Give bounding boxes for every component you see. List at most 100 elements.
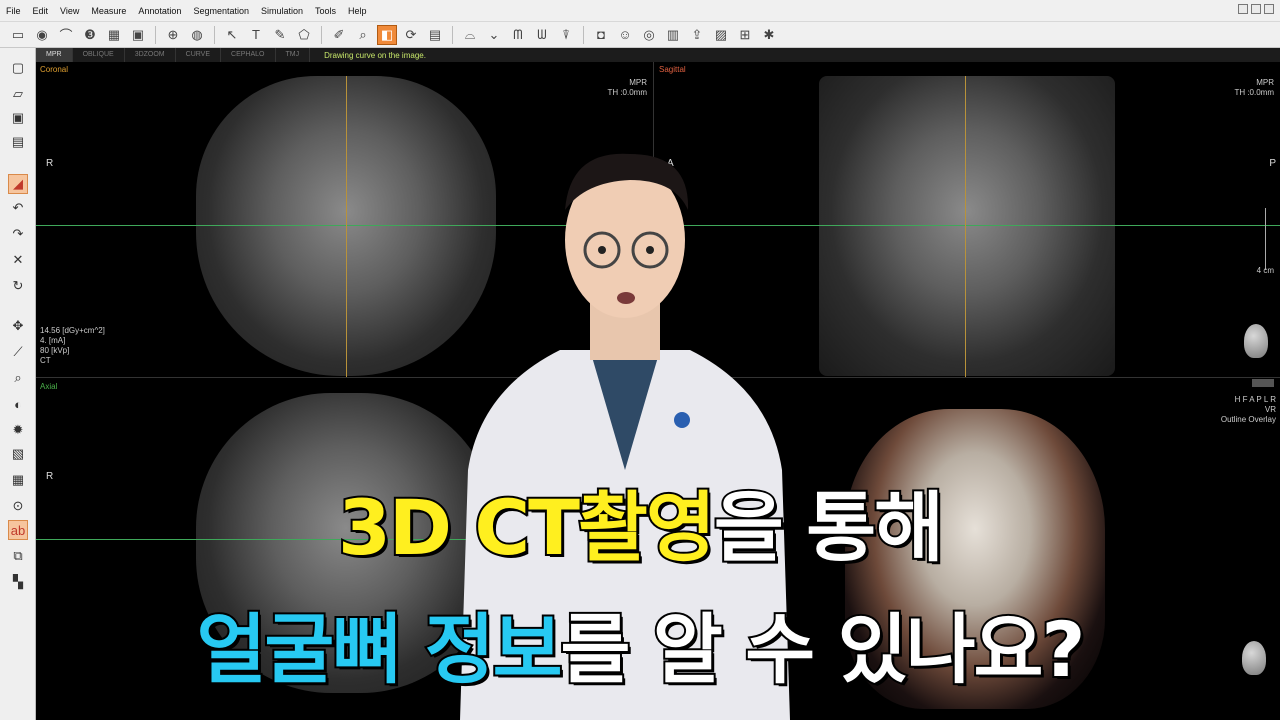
export-icon[interactable]: ⇪: [687, 25, 707, 45]
close-button[interactable]: [1264, 4, 1274, 14]
save-icon[interactable]: ▣: [8, 108, 28, 128]
tab-cephalo[interactable]: CEPHALO: [221, 48, 276, 62]
disc-icon[interactable]: ◎: [639, 25, 659, 45]
globe-icon[interactable]: ⊕: [163, 25, 183, 45]
mouth: [617, 292, 635, 304]
menu-segmentation[interactable]: Segmentation: [187, 0, 255, 22]
text-icon[interactable]: T: [246, 25, 266, 45]
pen-icon[interactable]: ✎: [270, 25, 290, 45]
implant-icon[interactable]: ⍒: [556, 25, 576, 45]
toolbar-separator: [155, 25, 156, 44]
user-icon[interactable]: ☺: [615, 25, 635, 45]
menu-help[interactable]: Help: [342, 0, 373, 22]
tab-oblique[interactable]: OBLIQUE: [73, 48, 125, 62]
menu-simulation[interactable]: Simulation: [255, 0, 309, 22]
save-icon[interactable]: ▥: [663, 25, 683, 45]
caption-line-1: 3D CT촬영을 통해: [0, 466, 1280, 576]
manual-teeth-icon[interactable]: ᗯ: [532, 25, 552, 45]
undo-icon[interactable]: ↶: [8, 198, 28, 218]
rotate-icon[interactable]: ⟳: [401, 25, 421, 45]
tab-3dzoom[interactable]: 3DZOOM: [125, 48, 176, 62]
tooth-icon[interactable]: ◍: [187, 25, 207, 45]
caption-rest-1: 을 통해: [712, 481, 946, 574]
menu-annotation[interactable]: Annotation: [132, 0, 187, 22]
3d-icon[interactable]: ❸: [80, 25, 100, 45]
scale-bar: [1265, 208, 1266, 270]
caption-rest-2: 를 알 수 있나요?: [559, 603, 1088, 696]
toolbar-separator: [583, 25, 584, 44]
redo-icon[interactable]: ↷: [8, 224, 28, 244]
layers-icon[interactable]: ◧: [377, 24, 397, 45]
toolbar-separator: [452, 25, 453, 44]
tab-curve[interactable]: CURVE: [176, 48, 222, 62]
crosshair-vertical[interactable]: [965, 76, 966, 377]
curve-icon[interactable]: ⌓: [460, 25, 480, 45]
layout-icon[interactable]: ▣: [128, 25, 148, 45]
ruler-icon[interactable]: ▭: [8, 25, 28, 45]
draw-icon[interactable]: ◢: [8, 174, 28, 194]
eye-icon[interactable]: ◉: [32, 25, 52, 45]
main-toolbar: ▭ ◉ ⌒ ❸ ▦ ▣ ⊕ ◍ ↖ T ✎ ⬠ ✐ ⌕ ◧ ⟳ ▤ ⌓ ⌄ ᗰ …: [0, 22, 1280, 48]
open-icon[interactable]: ▱: [8, 84, 28, 104]
minimize-button[interactable]: [1238, 4, 1248, 14]
crosshair-vertical[interactable]: [346, 76, 347, 377]
print-icon[interactable]: ▨: [711, 25, 731, 45]
menu-measure[interactable]: Measure: [85, 0, 132, 22]
tab-tmj[interactable]: TMJ: [276, 48, 311, 62]
mode-text: MPR: [1256, 78, 1274, 87]
caption-line-2: 얼굴뼈 정보를 알 수 있나요?: [0, 588, 1280, 698]
orientation-text: H F A P L R: [1234, 395, 1276, 404]
tab-mpr[interactable]: MPR: [36, 48, 73, 62]
thickness-text: TH :0.0mm: [1234, 88, 1274, 97]
maximize-button[interactable]: [1251, 4, 1261, 14]
thickness-text: TH :0.0mm: [607, 88, 647, 97]
dose-text: 14.56 [dGy+cm^2]: [40, 326, 105, 335]
delete-icon[interactable]: ✕: [8, 250, 28, 270]
arch-icon[interactable]: ⌒: [56, 25, 76, 45]
manual-curve-icon[interactable]: ⌄: [484, 25, 504, 45]
status-message: Drawing curve on the image.: [324, 50, 426, 60]
sagittal-scan-image: [819, 76, 1115, 376]
menu-view[interactable]: View: [54, 0, 85, 22]
panorama-icon[interactable]: ▦: [104, 25, 124, 45]
volume-info: H F A P L R VR Outline Overlay: [1221, 395, 1276, 425]
clipboard-icon[interactable]: ▤: [425, 25, 445, 45]
gradient-icon[interactable]: ▧: [8, 444, 28, 464]
cursor-icon[interactable]: ↖: [222, 25, 242, 45]
ma-text: 4. [mA]: [40, 336, 66, 345]
scale-label: 4 cm: [1256, 266, 1274, 275]
caption-highlight-1: 3D CT촬영: [336, 481, 718, 574]
mpr-info: MPR TH :0.0mm: [607, 78, 647, 98]
grid-icon[interactable]: ⊞: [735, 25, 755, 45]
coat-badge: [674, 412, 690, 428]
viewport-label: Sagittal: [659, 65, 686, 74]
zoom-icon[interactable]: ⌕: [8, 368, 28, 388]
orientation-right-marker: R: [46, 158, 54, 169]
overlay-text: Outline Overlay: [1220, 415, 1276, 424]
menu-edit[interactable]: Edit: [27, 0, 55, 22]
right-eye: [646, 246, 654, 254]
rotate-icon[interactable]: ↻: [8, 276, 28, 296]
viewport-label: Coronal: [40, 65, 69, 74]
move-icon[interactable]: ✥: [8, 316, 28, 336]
modality-text: CT: [40, 356, 51, 365]
teeth-icon[interactable]: ᗰ: [508, 25, 528, 45]
measure-icon[interactable]: ⟋: [8, 342, 28, 362]
camera-icon[interactable]: ◘: [591, 25, 611, 45]
settings-icon[interactable]: ✱: [759, 25, 779, 45]
menu-bar: File Edit View Measure Annotation Segmen…: [0, 0, 1280, 22]
zoom-icon[interactable]: ⌕: [353, 25, 373, 45]
menu-file[interactable]: File: [0, 0, 27, 22]
menu-tools[interactable]: Tools: [309, 0, 342, 22]
edit-icon[interactable]: ✐: [329, 25, 349, 45]
print-icon[interactable]: ▤: [8, 132, 28, 152]
new-icon[interactable]: ▢: [8, 58, 28, 78]
shape-icon[interactable]: ⬠: [294, 25, 314, 45]
brightness-icon[interactable]: ✹: [8, 420, 28, 440]
contrast-icon[interactable]: ◐: [8, 394, 28, 414]
mode-text: MPR: [629, 78, 647, 87]
head-orientation-icon[interactable]: [1244, 324, 1268, 358]
viewport-label: Axial: [40, 382, 58, 391]
kvp-text: 80 [kVp]: [40, 346, 70, 355]
viewport-controls[interactable]: [1252, 379, 1274, 387]
